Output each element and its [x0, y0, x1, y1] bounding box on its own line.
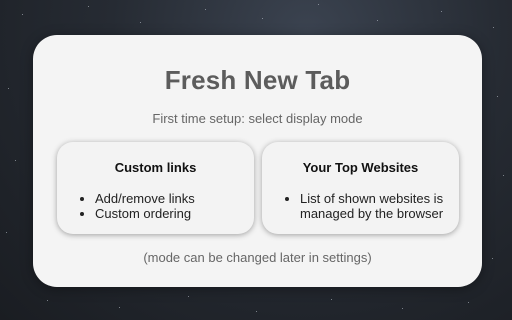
mode-option-title: Custom links: [114, 160, 197, 175]
mode-option-custom-links[interactable]: Custom links Add/remove links Custom ord…: [57, 142, 254, 234]
feature-item: Custom ordering: [95, 206, 195, 221]
mode-option-feature-list: List of shown websites is managed by the…: [284, 191, 468, 221]
mode-option-top-websites[interactable]: Your Top Websites List of shown websites…: [262, 142, 459, 234]
setup-dialog: Fresh New Tab First time setup: select d…: [33, 35, 482, 287]
feature-item: Add/remove links: [95, 191, 195, 206]
feature-item: List of shown websites is managed by the…: [300, 191, 468, 221]
mode-option-feature-list: Add/remove links Custom ordering: [79, 191, 195, 221]
settings-footnote: (mode can be changed later in settings): [143, 250, 372, 265]
setup-title: Fresh New Tab: [164, 65, 351, 95]
setup-subtitle: First time setup: select display mode: [152, 111, 363, 126]
mode-option-title: Your Top Websites: [302, 160, 419, 175]
